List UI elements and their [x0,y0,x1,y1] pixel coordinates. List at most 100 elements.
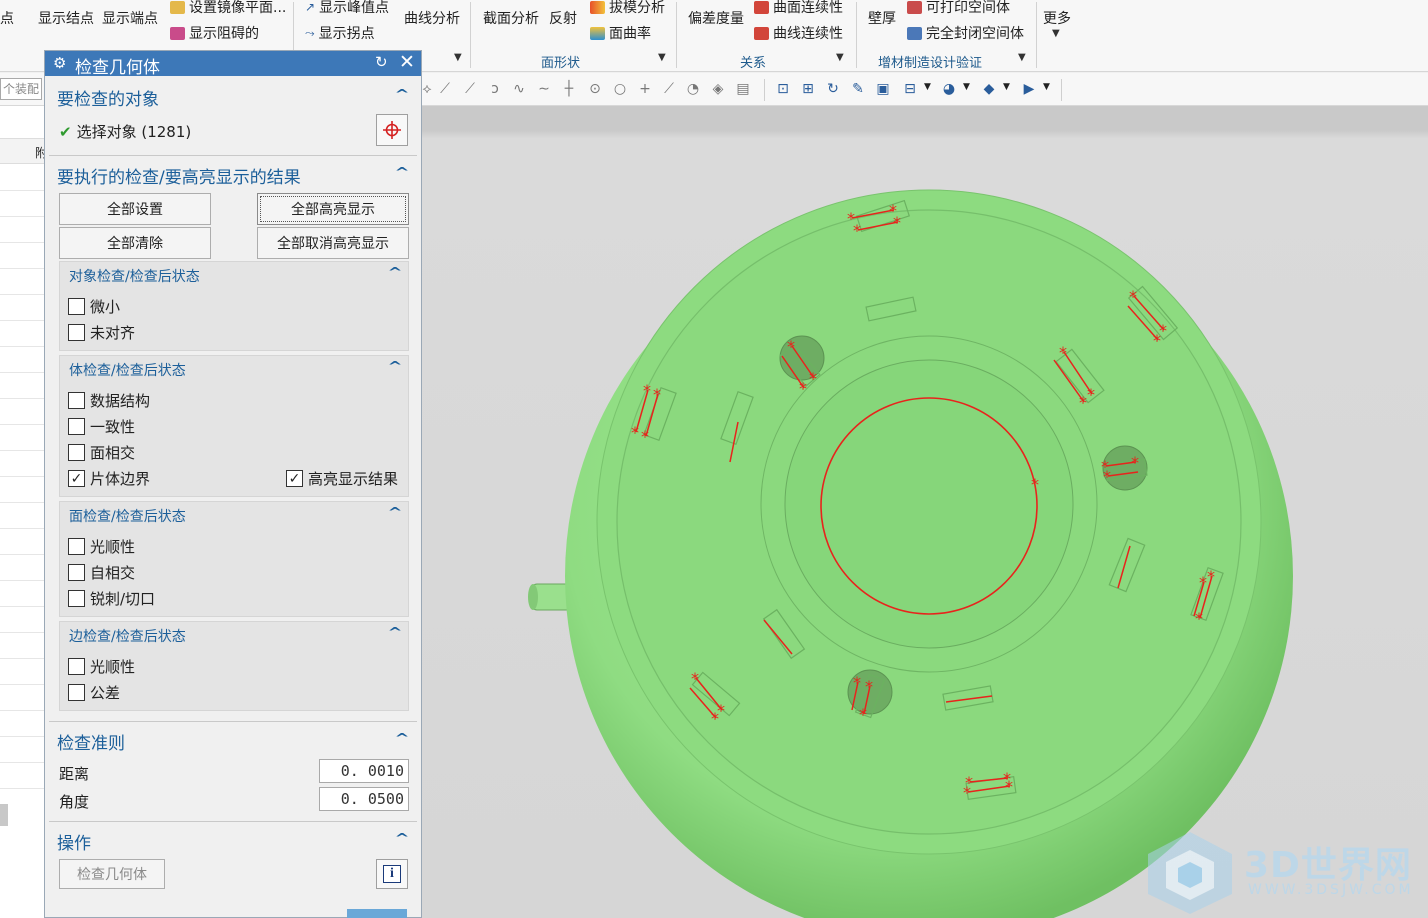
center-snap-icon[interactable]: ⊙ [586,80,604,98]
ribbon-show-endpoints-button[interactable]: 显示端点 [102,8,158,28]
close-icon[interactable]: ✕ [399,51,415,73]
navigator-row[interactable] [0,242,44,243]
clear-all-button[interactable]: 全部清除 [59,227,211,259]
checkbox-box[interactable] [68,298,85,315]
quadrant-snap-icon[interactable]: ○ [611,80,629,98]
ok-button-edge[interactable] [347,909,407,918]
chevron-down-icon[interactable]: ▼ [1003,82,1010,92]
chevron-down-icon[interactable]: ▼ [924,82,931,92]
ribbon-enclosed-volume-button[interactable]: 完全封闭空间体 [907,23,1024,43]
navigator-column-header[interactable]: 附 [0,138,47,164]
ribbon-section-analysis-button[interactable]: 截面分析 [483,8,539,28]
checkbox-self-intersection[interactable]: 自相交 [68,562,135,583]
ribbon-more-button[interactable]: 更多 [1043,8,1071,28]
navigator-row[interactable] [0,528,44,529]
chevron-down-icon[interactable]: ▼ [836,52,844,63]
bounded-grid-snap-icon[interactable]: ◈ [709,80,727,98]
layer-visibility-icon[interactable]: ▶ [1020,80,1038,98]
navigator-row[interactable] [0,762,44,763]
navigator-row[interactable] [0,554,44,555]
line-snap-icon[interactable]: ⟋ [461,80,479,98]
navigator-row[interactable] [0,788,44,789]
section-header-objects[interactable]: 要检查的对象 ^ [49,81,417,113]
ribbon-draft-analysis-button[interactable]: 拔模分析 [590,0,665,17]
checkbox-misaligned[interactable]: 未对齐 [68,322,135,343]
point-on-curve-snap-icon[interactable]: ⟋ [660,80,678,98]
model-view[interactable]: * ** *************** ********* *** ** ** [422,106,1428,918]
checkbox-box[interactable] [68,658,85,675]
navigator-row[interactable] [0,658,44,659]
select-object-button[interactable] [376,114,408,146]
navigator-row[interactable] [0,320,44,321]
navigator-row[interactable] [0,216,44,217]
chevron-down-icon[interactable]: ▼ [963,82,970,92]
angle-input[interactable]: 0. 0500 [319,787,409,811]
ribbon-deviation-button[interactable]: 偏差度量 [688,8,744,28]
dialog-title-bar[interactable]: ⚙ 检查几何体 ↻ ✕ [45,51,421,78]
rotate-view-icon[interactable]: ↻ [824,80,842,98]
section-header-checks[interactable]: 要执行的检查/要高亮显示的结果 ^ [49,159,417,191]
section-header-criteria[interactable]: 检查准则 ^ [49,725,417,757]
navigator-row[interactable] [0,632,44,633]
chevron-down-icon[interactable]: ▼ [454,52,462,63]
navigator-row[interactable] [0,268,44,269]
intersection-snap-icon[interactable]: ┼ [560,80,578,98]
chevron-down-icon[interactable]: ▼ [1018,52,1026,63]
assembly-filter-dropdown[interactable]: 个装配 [0,78,42,100]
reset-icon[interactable]: ↻ [375,53,388,71]
unhighlight-all-button[interactable]: 全部取消高亮显示 [257,227,409,259]
face-snap-icon[interactable]: ◔ [684,80,702,98]
ribbon-curve-continuity-button[interactable]: 曲线连续性 [754,23,843,43]
shading-style-icon[interactable]: ◕ [940,80,958,98]
checkbox-edge-smoothness[interactable]: 光顺性 [68,656,135,677]
point-snap-icon[interactable]: + [636,80,654,98]
select-object-row[interactable]: ✔ 选择对象 (1281) [59,121,191,142]
pan-view-icon[interactable]: ✎ [849,80,867,98]
ribbon-pole-button[interactable]: 极点 [0,8,14,28]
ribbon-curve-analysis-button[interactable]: 曲线分析 [404,8,460,28]
navigator-row[interactable] [0,580,44,581]
chevron-up-icon[interactable]: ^ [387,625,402,639]
chevron-up-icon[interactable]: ^ [394,731,409,745]
checkbox-tolerance[interactable]: 公差 [68,682,120,703]
graphics-viewport[interactable]: * * * * * * * * * * * * * * * * * * * * * * * * * * * * * * * * * * 3D世界网… [422,106,1428,918]
checkbox-spikes-cuts[interactable]: 锐刺/切口 [68,588,155,609]
chevron-down-icon[interactable]: ▼ [658,52,666,63]
navigator-row[interactable] [0,606,44,607]
distance-input[interactable]: 0. 0010 [319,759,409,783]
navigator-row[interactable] [0,398,44,399]
checkbox-data-structure[interactable]: 数据结构 [68,390,150,411]
ribbon-wall-thickness-button[interactable]: 壁厚 [868,8,896,28]
checkbox-face-smoothness[interactable]: 光顺性 [68,536,135,557]
curve-snap-icon[interactable]: ↄ [486,80,504,98]
chevron-up-icon[interactable]: ^ [394,87,409,101]
orientation-cube-icon[interactable]: ◆ [980,80,998,98]
section-header-operations[interactable]: 操作 ^ [49,825,417,857]
ribbon-show-peak-button[interactable]: ↗ 显示峰值点 [305,0,389,17]
ribbon-show-blocked-button[interactable]: 显示阻碍的 [170,23,259,43]
checkbox-box[interactable] [68,590,85,607]
info-button[interactable]: i [376,859,408,889]
checkbox-box[interactable] [68,444,85,461]
checkbox-sheet-boundary[interactable]: ✓ 片体边界 [68,468,150,489]
ribbon-mirror-plane-button[interactable]: 设置镜像平面... [170,0,286,17]
navigator-row[interactable] [0,502,44,503]
navigator-row[interactable] [0,736,44,737]
ribbon-printable-volume-button[interactable]: 可打印空间体 [907,0,1010,17]
navigator-row[interactable] [0,190,44,191]
chevron-up-icon[interactable]: ^ [394,831,409,845]
checkbox-box[interactable] [68,564,85,581]
chevron-up-icon[interactable]: ^ [387,359,402,373]
navigator-row[interactable] [0,346,44,347]
chevron-up-icon[interactable]: ^ [387,265,402,279]
checkbox-box[interactable] [68,392,85,409]
grid-snap-icon[interactable]: ▤ [734,80,752,98]
ribbon-reflection-button[interactable]: 反射 [549,8,577,28]
navigator-row[interactable] [0,424,44,425]
ribbon-surface-continuity-button[interactable]: 曲面连续性 [754,0,843,17]
chevron-up-icon[interactable]: ^ [394,165,409,179]
checkbox-tiny[interactable]: 微小 [68,296,120,317]
checkbox-box[interactable] [68,684,85,701]
ribbon-face-curvature-button[interactable]: 面曲率 [590,23,651,43]
view-orient-icon[interactable]: ▣ [874,80,892,98]
